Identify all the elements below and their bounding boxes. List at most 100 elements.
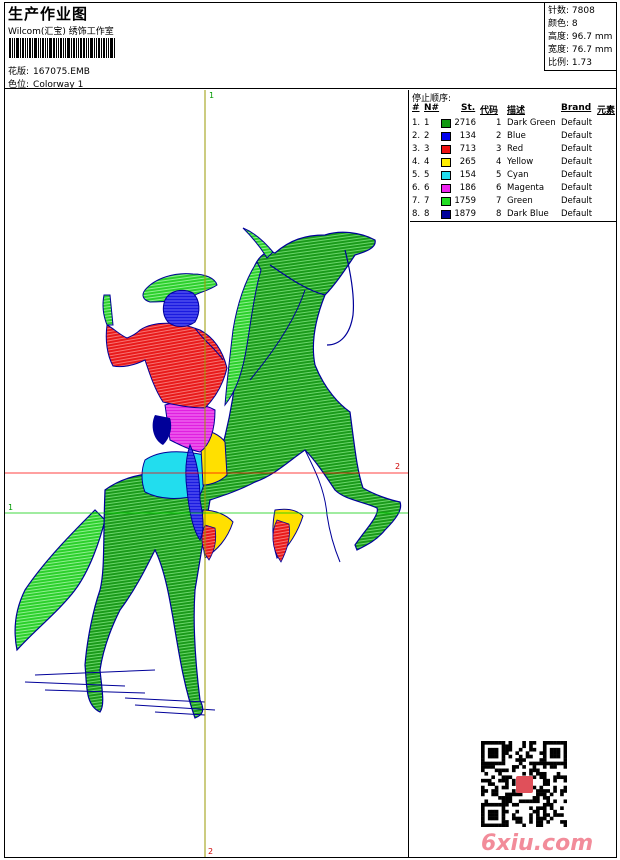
row-description: Yellow — [507, 157, 534, 167]
guide-label-h-red: 2 — [395, 462, 401, 471]
barcode-bar — [103, 38, 105, 58]
row-num: 7. — [412, 196, 421, 206]
barcode-bar — [98, 38, 100, 58]
color-swatch — [441, 132, 451, 141]
barcode-bar — [106, 38, 107, 58]
row-code: 3 — [496, 144, 502, 154]
stop-sequence-panel: 停止顺序: # N# St. 代码 描述 Brand 元素 1. 1 2716 1 Da… — [410, 90, 616, 222]
stop-row: 2. 2 134 2 Blue Default — [410, 130, 616, 143]
row-description: Cyan — [507, 170, 529, 180]
barcode-bar — [108, 38, 109, 58]
row-num: 5. — [412, 170, 421, 180]
barcode-bar — [73, 38, 75, 58]
barcode-bar — [65, 38, 66, 58]
row-stitches: 186 — [459, 183, 476, 193]
color-swatch — [441, 158, 451, 167]
worksheet-header: 生产作业图 Wilcom(汇宝) 绣饰工作室 花版: 167075.EMB 色位:… — [5, 3, 616, 90]
stop-row: 1. 1 2716 1 Dark Green Default — [410, 117, 616, 130]
barcode-bar — [53, 38, 55, 58]
row-brand: Default — [561, 157, 593, 167]
colorway: 色位: Colorway 1 — [8, 77, 83, 90]
row-num: 6. — [412, 183, 421, 193]
color-swatch — [441, 210, 451, 219]
barcode-bar — [56, 38, 57, 58]
barcode-bar — [22, 38, 24, 58]
barcode-bar — [63, 38, 64, 58]
barcode-bar — [32, 38, 33, 58]
col-brand: Brand — [561, 103, 592, 113]
stat-width: 宽度: 76.7 mm — [548, 45, 613, 55]
col-desc: 描述 — [507, 106, 526, 116]
stat-scale: 比例: 1.73 — [548, 58, 592, 68]
row-code: 5 — [496, 170, 502, 180]
row-n: 4 — [424, 157, 430, 167]
stop-row: 6. 6 186 6 Magenta Default — [410, 182, 616, 195]
row-stitches: 154 — [459, 170, 476, 180]
barcode-bar — [9, 38, 11, 58]
stat-colors: 颜色: 8 — [548, 19, 578, 29]
embroidery-design-drawing — [5, 90, 408, 857]
color-swatch — [441, 197, 451, 206]
pattern-label: 花版: — [8, 67, 30, 77]
row-stitches: 2716 — [454, 118, 476, 128]
stop-row: 3. 3 713 3 Red Default — [410, 143, 616, 156]
barcode-bar — [67, 38, 70, 58]
barcode-bar — [80, 38, 82, 58]
row-code: 6 — [496, 183, 502, 193]
row-description: Green — [507, 196, 533, 206]
row-code: 1 — [496, 118, 502, 128]
barcode-bar — [86, 38, 87, 58]
row-code: 8 — [496, 209, 502, 219]
row-num: 8. — [412, 209, 421, 219]
guide-label-h-green: 1 — [8, 503, 14, 512]
colorway-label: 色位: — [8, 80, 30, 90]
barcode-bar — [29, 38, 31, 58]
barcode-bar — [25, 38, 26, 58]
row-brand: Default — [561, 209, 593, 219]
barcode-bar — [60, 38, 62, 58]
barcode-bar — [114, 38, 115, 58]
production-worksheet: 生产作业图 Wilcom(汇宝) 绣饰工作室 花版: 167075.EMB 色位:… — [4, 2, 617, 858]
studio-name: Wilcom(汇宝) 绣饰工作室 — [8, 27, 114, 37]
row-brand: Default — [561, 196, 593, 206]
row-description: Red — [507, 144, 524, 154]
watermark: 6xiu.com — [481, 831, 594, 856]
barcode-bar — [16, 38, 19, 58]
barcode-bar — [58, 38, 59, 58]
barcode-bar — [49, 38, 52, 58]
embroidery-preview: 1 2 2 1 — [5, 90, 409, 857]
row-code: 7 — [496, 196, 502, 206]
row-brand: Default — [561, 183, 593, 193]
stop-row: 8. 8 1879 8 Dark Blue Default — [410, 208, 616, 221]
barcode-bar — [42, 38, 44, 58]
row-n: 7 — [424, 196, 430, 206]
stop-sequence-header: # N# St. 代码 描述 Brand 元素 — [410, 103, 616, 116]
pattern-file: 花版: 167075.EMB — [8, 64, 90, 77]
barcode-bar — [47, 38, 48, 58]
row-brand: Default — [561, 170, 593, 180]
row-n: 2 — [424, 131, 430, 141]
barcode-bar — [27, 38, 28, 58]
page-title: 生产作业图 — [8, 5, 89, 23]
color-swatch — [441, 145, 451, 154]
row-n: 1 — [424, 118, 430, 128]
row-n: 3 — [424, 144, 430, 154]
barcode-bar — [96, 38, 97, 58]
row-num: 2. — [412, 131, 421, 141]
row-n: 6 — [424, 183, 430, 193]
stat-height: 高度: 96.7 mm — [548, 32, 613, 42]
col-num: # — [412, 103, 420, 113]
row-code: 4 — [496, 157, 502, 167]
barcode-bar — [45, 38, 46, 58]
stop-row: 7. 7 1759 7 Green Default — [410, 195, 616, 208]
barcode-bar — [110, 38, 113, 58]
barcode-bar — [12, 38, 13, 58]
barcode-bar — [34, 38, 37, 58]
barcode-bar — [78, 38, 79, 58]
barcode-bar — [88, 38, 89, 58]
row-stitches: 1879 — [454, 209, 476, 219]
col-n: N# — [424, 103, 440, 113]
row-stitches: 134 — [459, 131, 476, 141]
stop-row: 4. 4 265 4 Yellow Default — [410, 156, 616, 169]
barcode-bar — [90, 38, 93, 58]
